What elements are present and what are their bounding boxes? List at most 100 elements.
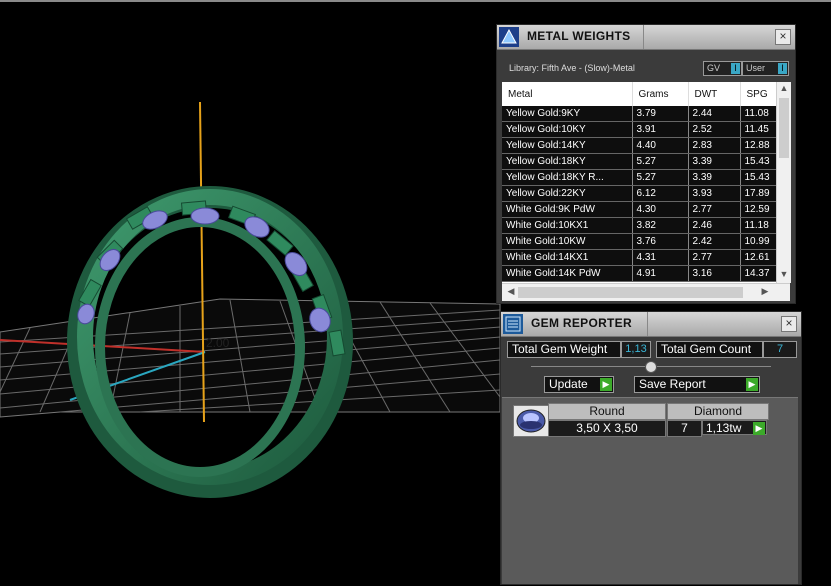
metal-table-row[interactable]: Yellow Gold:14KY 4.40 2.83 12.88 (502, 137, 777, 154)
metal-weights-title: METAL WEIGHTS (527, 29, 631, 43)
cell-spg: 11.18 (740, 217, 777, 234)
play-icon: ▶ (600, 378, 612, 391)
total-gem-weight-value: 1,13 (621, 341, 651, 358)
metal-table-horizontal-scrollbar[interactable]: ◀ ▶ (502, 283, 790, 301)
cell-spg: 15.43 (740, 169, 777, 186)
metal-table-row[interactable]: White Gold:14KX1 4.31 2.77 12.61 (502, 249, 777, 266)
gem-material-header: Diamond (667, 403, 769, 420)
cell-metal: White Gold:14K PdW (502, 265, 633, 282)
cell-grams: 4.91 (632, 265, 689, 282)
metal-table-container[interactable]: Metal Grams DWT SPG Yellow Gold:9KY 3.79 2… (502, 82, 791, 301)
cell-dwt: 3.39 (688, 169, 741, 186)
metal-table-row[interactable]: White Gold:10KX1 3.82 2.46 11.18 (502, 217, 777, 234)
total-gem-count-value: 7 (763, 341, 797, 358)
cell-dwt: 2.46 (688, 217, 741, 234)
cell-dwt: 2.77 (688, 249, 741, 266)
cell-grams: 6.12 (632, 185, 689, 202)
column-header-grams[interactable]: Grams (632, 82, 689, 106)
cell-spg: 12.61 (740, 249, 777, 266)
scroll-left-arrow-icon[interactable]: ◀ (504, 286, 518, 297)
cell-grams: 3.82 (632, 217, 689, 234)
pyramid-icon (499, 27, 519, 47)
cell-grams: 4.31 (632, 249, 689, 266)
metal-table-row[interactable]: White Gold:14K PdW 4.91 3.16 14.37 (502, 265, 777, 282)
user-toggle[interactable]: User I (742, 61, 789, 76)
metal-table-row[interactable]: Yellow Gold:18KY 5.27 3.39 15.43 (502, 153, 777, 170)
title-divider (647, 312, 648, 336)
metal-table-row[interactable]: Yellow Gold:9KY 3.79 2.44 11.08 (502, 106, 777, 122)
cell-metal: White Gold:10KW (502, 233, 633, 250)
cell-spg: 11.08 (740, 106, 777, 122)
metal-table-row[interactable]: Yellow Gold:10KY 3.91 2.52 11.45 (502, 121, 777, 138)
library-label: Library: Fifth Ave - (Slow)-Metal (509, 63, 635, 73)
play-icon[interactable]: ▶ (753, 422, 765, 435)
gem-count-value: 7 (667, 420, 702, 437)
metal-weights-titlebar[interactable]: METAL WEIGHTS × (497, 25, 795, 50)
metal-weights-close-button[interactable]: × (775, 29, 791, 45)
cell-spg: 14.37 (740, 265, 777, 282)
panel-splitter-handle[interactable] (645, 361, 657, 373)
user-toggle-indicator: I (778, 63, 787, 74)
gem-reporter-close-button[interactable]: × (781, 316, 797, 332)
round-gem-icon (513, 405, 549, 437)
cell-spg: 17.89 (740, 185, 777, 202)
cell-metal: Yellow Gold:14KY (502, 137, 633, 154)
metal-table-vertical-scrollbar[interactable]: ▲ ▼ (776, 82, 791, 283)
cell-dwt: 2.44 (688, 106, 741, 122)
metal-table-row[interactable]: White Gold:10KW 3.76 2.42 10.99 (502, 233, 777, 250)
gem-list-area[interactable]: Round Diamond 3,50 X 3,50 7 1,13tw ▶ (502, 397, 798, 584)
vertical-scroll-thumb[interactable] (779, 98, 789, 158)
gem-weight-text: 1,13tw (706, 421, 742, 435)
column-header-spg[interactable]: SPG (740, 82, 777, 106)
cell-metal: White Gold:14KX1 (502, 249, 633, 266)
horizontal-scroll-thumb[interactable] (518, 287, 743, 298)
axis-value-label: 2.00 (206, 336, 230, 350)
cell-dwt: 3.16 (688, 265, 741, 282)
gem-reporter-titlebar[interactable]: GEM REPORTER × (501, 312, 801, 337)
column-header-dwt[interactable]: DWT (688, 82, 741, 106)
cell-grams: 3.91 (632, 121, 689, 138)
cell-dwt: 2.52 (688, 121, 741, 138)
cell-grams: 5.27 (632, 169, 689, 186)
scroll-down-arrow-icon[interactable]: ▼ (777, 269, 791, 279)
update-button-label: Update (549, 377, 588, 391)
metal-table-header: Metal Grams DWT SPG (502, 82, 777, 106)
cell-spg: 12.88 (740, 137, 777, 154)
cell-grams: 3.79 (632, 106, 689, 122)
cell-metal: Yellow Gold:18KY (502, 153, 633, 170)
update-button[interactable]: Update ▶ (544, 376, 614, 393)
metal-weights-panel[interactable]: METAL WEIGHTS × Library: Fifth Ave - (Sl… (496, 24, 796, 304)
metal-table-row[interactable]: White Gold:9K PdW 4.30 2.77 12.59 (502, 201, 777, 218)
cell-spg: 10.99 (740, 233, 777, 250)
column-header-metal[interactable]: Metal (502, 82, 633, 106)
cell-metal: Yellow Gold:9KY (502, 106, 633, 122)
cell-spg: 15.43 (740, 153, 777, 170)
gem-shape-header: Round (548, 403, 666, 420)
cell-dwt: 2.83 (688, 137, 741, 154)
cell-dwt: 3.93 (688, 185, 741, 202)
cell-grams: 4.40 (632, 137, 689, 154)
title-divider (643, 25, 644, 49)
cell-dwt: 2.77 (688, 201, 741, 218)
total-gem-count-label: Total Gem Count (656, 341, 763, 358)
scroll-up-arrow-icon[interactable]: ▲ (777, 83, 791, 93)
cell-metal: White Gold:10KX1 (502, 217, 633, 234)
save-report-button[interactable]: Save Report ▶ (634, 376, 760, 393)
play-icon: ▶ (746, 378, 758, 391)
gem-weight-value[interactable]: 1,13tw ▶ (702, 420, 767, 435)
gem-reporter-title: GEM REPORTER (531, 316, 632, 330)
gv-toggle-label: GV (707, 63, 721, 73)
cell-metal: Yellow Gold:18KY R... (502, 169, 633, 186)
user-toggle-label: User (746, 63, 766, 73)
scroll-right-arrow-icon[interactable]: ▶ (758, 286, 772, 297)
gem-size-value: 3,50 X 3,50 (548, 420, 666, 437)
metal-table-row[interactable]: Yellow Gold:18KY R... 5.27 3.39 15.43 (502, 169, 777, 186)
cell-grams: 3.76 (632, 233, 689, 250)
cell-metal: White Gold:9K PdW (502, 201, 633, 218)
cell-dwt: 3.39 (688, 153, 741, 170)
gem-report-icon (503, 314, 523, 334)
cell-spg: 12.59 (740, 201, 777, 218)
gv-toggle[interactable]: GV I (703, 61, 742, 76)
metal-table-row[interactable]: Yellow Gold:22KY 6.12 3.93 17.89 (502, 185, 777, 202)
gem-reporter-panel[interactable]: GEM REPORTER × Total Gem Weight 1,13 Tot… (500, 311, 802, 585)
